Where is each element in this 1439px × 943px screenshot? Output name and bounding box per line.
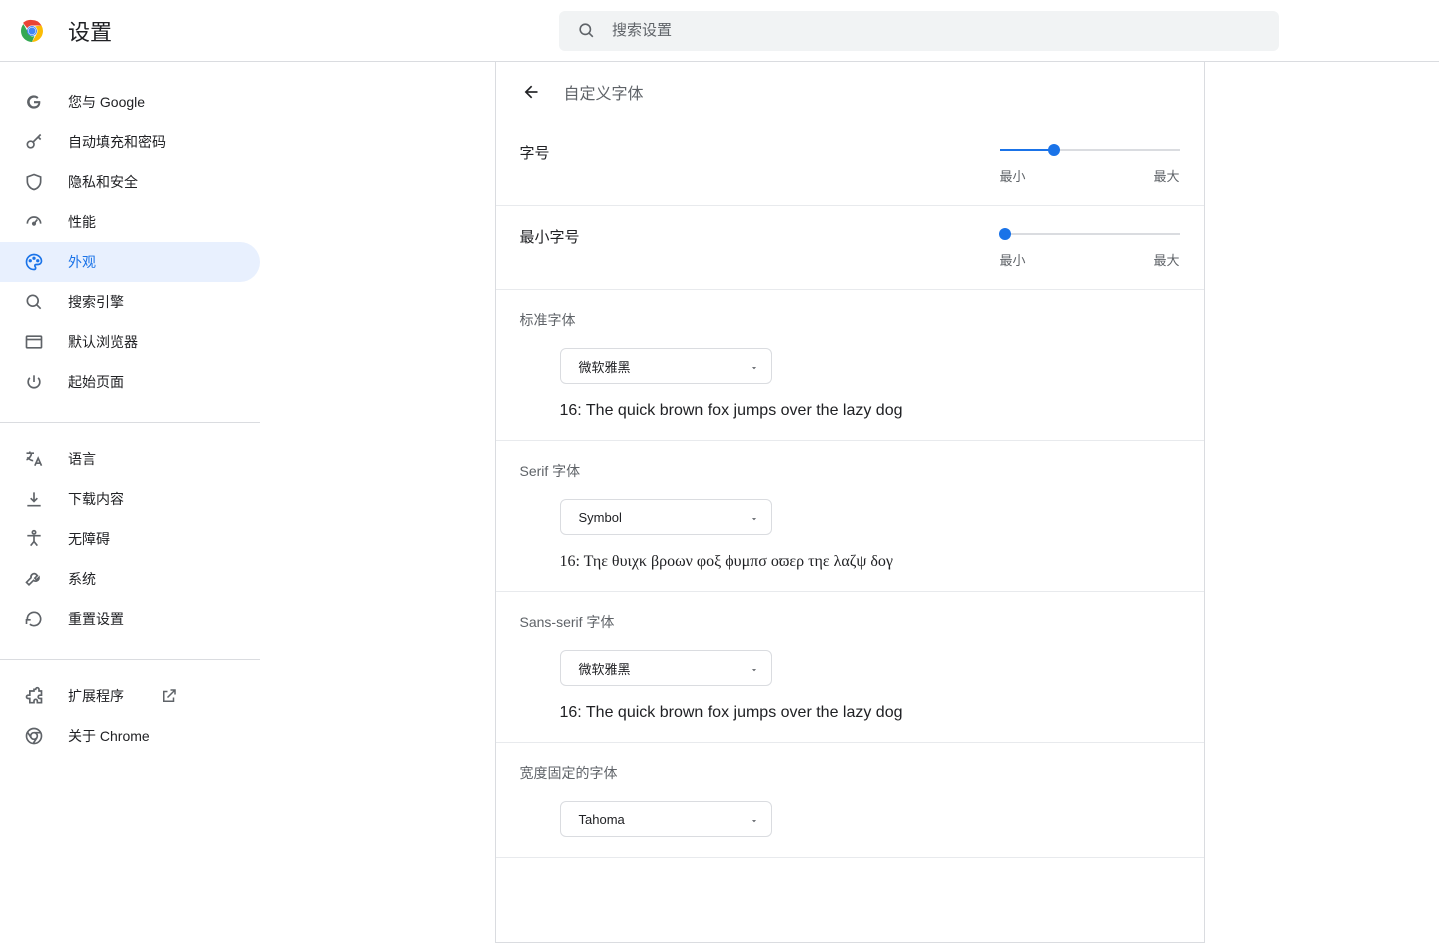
font-size-slider[interactable]: 最小 最大: [1000, 142, 1180, 185]
translate-icon: [24, 449, 44, 469]
sidebar-item-label: 系统: [68, 569, 96, 589]
sidebar-item-label: 性能: [68, 212, 96, 232]
sidebar-item-shield[interactable]: 隐私和安全: [0, 162, 260, 202]
min-font-size-label: 最小字号: [520, 226, 580, 247]
key-icon: [24, 132, 44, 152]
sidebar: 您与 Google 自动填充和密码隐私和安全性能外观搜索引擎默认浏览器起始页面语言…: [0, 62, 260, 943]
font-select-value: Symbol: [579, 510, 622, 525]
puzzle-icon: [24, 686, 44, 706]
card-title: 自定义字体: [564, 80, 644, 104]
font-sample: 16: Τηε θυιχκ βροων φοξ ϕυμπσ οϖερ τηε λ…: [560, 553, 1180, 571]
sidebar-item-key[interactable]: 自动填充和密码: [0, 122, 260, 162]
chevron-down-icon: [749, 663, 759, 673]
sidebar-item-label: 语言: [68, 449, 96, 469]
sidebar-item-label: 默认浏览器: [68, 332, 138, 352]
sidebar-item-puzzle[interactable]: 扩展程序: [0, 676, 260, 716]
font-section-label: Serif 字体: [520, 461, 1180, 481]
font-section: 标准字体微软雅黑 16: The quick brown fox jumps ov…: [496, 290, 1204, 441]
sidebar-item-label: 隐私和安全: [68, 172, 138, 192]
sidebar-item-translate[interactable]: 语言: [0, 439, 260, 479]
page-title: 设置: [68, 15, 112, 47]
card-header: 自定义字体: [496, 62, 1204, 122]
font-section: Serif 字体 Symbol 16: Τηε θυιχκ βροων φοξ ϕυ…: [496, 441, 1204, 592]
font-sample: 16: The quick brown fox jumps over the l…: [560, 704, 1180, 722]
download-icon: [24, 489, 44, 509]
settings-card: 自定义字体 字号 最小 最大 最小字号: [495, 62, 1205, 943]
slider-thumb[interactable]: [999, 228, 1011, 240]
power-icon: [24, 372, 44, 392]
external-link-icon: [160, 687, 178, 705]
slider-min-label: 最小: [1000, 166, 1026, 185]
nav-divider: [0, 659, 260, 660]
font-size-row: 字号 最小 最大: [496, 122, 1204, 206]
font-section: 宽度固定的字体 Tahoma: [496, 743, 1204, 858]
sidebar-item-label: 您与 Google: [68, 92, 145, 112]
font-select-value: Tahoma: [579, 812, 625, 827]
speedometer-icon: [24, 212, 44, 232]
sidebar-item-window[interactable]: 默认浏览器: [0, 322, 260, 362]
font-select-value: 微软雅黑: [579, 659, 631, 678]
sidebar-item-label: 关于 Chrome: [68, 726, 150, 746]
sidebar-item-label: 无障碍: [68, 529, 110, 549]
shield-icon: [24, 172, 44, 192]
sidebar-item-label: 搜索引擎: [68, 292, 124, 312]
chrome-logo-icon: [20, 19, 44, 43]
font-section-label: Sans-serif 字体: [520, 612, 1180, 632]
window-icon: [24, 332, 44, 352]
sidebar-item-search[interactable]: 搜索引擎: [0, 282, 260, 322]
reset-icon: [24, 609, 44, 629]
search-icon: [577, 21, 596, 41]
font-section-label: 宽度固定的字体: [520, 763, 1180, 783]
sidebar-item-palette[interactable]: 外观: [0, 242, 260, 282]
search-input[interactable]: [612, 22, 1261, 39]
chrome-icon: [24, 726, 44, 746]
font-select[interactable]: 微软雅黑: [560, 650, 772, 686]
font-select-value: 微软雅黑: [579, 357, 631, 376]
sidebar-item-download[interactable]: 下载内容: [0, 479, 260, 519]
app-header: 设置: [0, 0, 1439, 62]
sidebar-item-label: 扩展程序: [68, 686, 124, 706]
min-font-size-slider[interactable]: 最小 最大: [1000, 226, 1180, 269]
sidebar-item-label: 起始页面: [68, 372, 124, 392]
slider-max-label: 最大: [1153, 166, 1179, 185]
sidebar-item-chrome[interactable]: 关于 Chrome: [0, 716, 260, 756]
font-section: Sans-serif 字体微软雅黑 16: The quick brown fox…: [496, 592, 1204, 743]
sidebar-item-accessibility[interactable]: 无障碍: [0, 519, 260, 559]
font-select[interactable]: Tahoma: [560, 801, 772, 837]
sidebar-item-label: 自动填充和密码: [68, 132, 166, 152]
search-box[interactable]: [559, 11, 1279, 51]
nav-divider: [0, 422, 260, 423]
sidebar-item-power[interactable]: 起始页面: [0, 362, 260, 402]
g-icon: [24, 92, 44, 112]
min-font-size-row: 最小字号 最小 最大: [496, 206, 1204, 290]
font-select[interactable]: 微软雅黑: [560, 348, 772, 384]
font-section-label: 标准字体: [520, 310, 1180, 330]
slider-max-label: 最大: [1153, 250, 1179, 269]
palette-icon: [24, 252, 44, 272]
sidebar-item-g[interactable]: 您与 Google: [0, 82, 260, 122]
sidebar-item-speedometer[interactable]: 性能: [0, 202, 260, 242]
font-select[interactable]: Symbol: [560, 499, 772, 535]
sidebar-item-label: 外观: [68, 252, 96, 272]
chevron-down-icon: [749, 814, 759, 824]
accessibility-icon: [24, 529, 44, 549]
wrench-icon: [24, 569, 44, 589]
slider-min-label: 最小: [1000, 250, 1026, 269]
font-size-label: 字号: [520, 142, 550, 163]
chevron-down-icon: [749, 361, 759, 371]
sidebar-item-reset[interactable]: 重置设置: [0, 599, 260, 639]
back-arrow-icon[interactable]: [520, 82, 540, 102]
sidebar-item-label: 重置设置: [68, 609, 124, 629]
chevron-down-icon: [749, 512, 759, 522]
font-sample: 16: The quick brown fox jumps over the l…: [560, 402, 1180, 420]
sidebar-item-wrench[interactable]: 系统: [0, 559, 260, 599]
slider-thumb[interactable]: [1048, 144, 1060, 156]
main-content: 自定义字体 字号 最小 最大 最小字号: [260, 62, 1439, 943]
sidebar-item-label: 下载内容: [68, 489, 124, 509]
search-icon: [24, 292, 44, 312]
